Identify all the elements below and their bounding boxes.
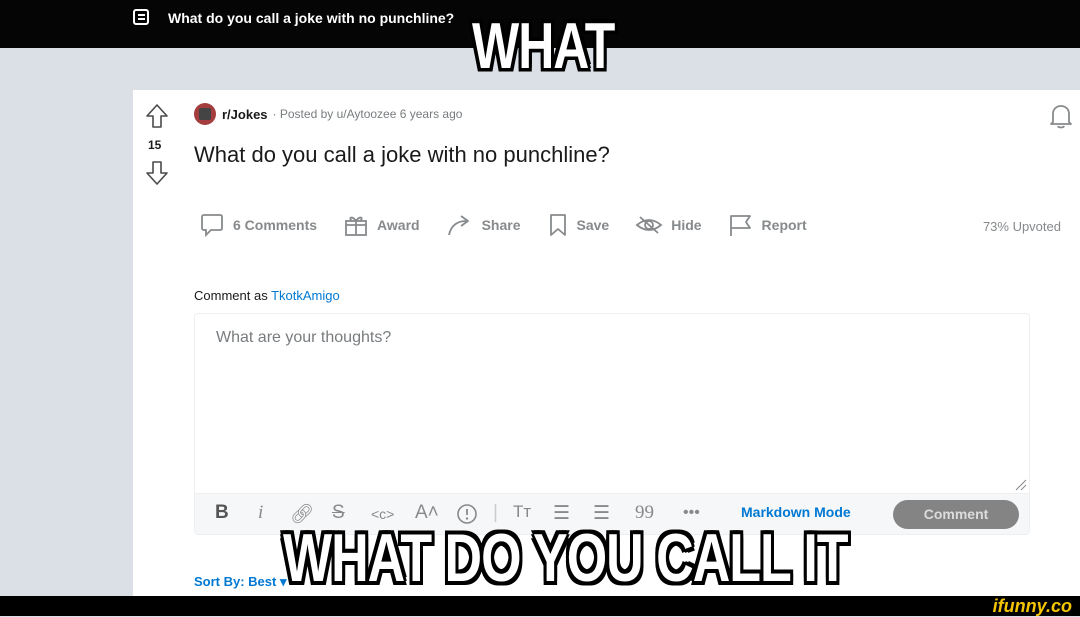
flag-icon bbox=[729, 215, 751, 236]
comments-label: 6 Comments bbox=[233, 217, 318, 233]
hide-button[interactable]: Hide bbox=[635, 212, 702, 238]
share-button[interactable]: Share bbox=[446, 212, 521, 238]
subreddit-link[interactable]: r/Jokes bbox=[222, 107, 268, 122]
comment-submit-button[interactable]: Comment bbox=[893, 500, 1019, 529]
save-label: Save bbox=[576, 217, 610, 233]
sort-dropdown[interactable]: Sort By: Best ▾ bbox=[194, 574, 287, 590]
markdown-mode-button[interactable]: Markdown Mode bbox=[741, 504, 851, 520]
comments-button[interactable]: 6 Comments bbox=[199, 212, 317, 238]
share-label: Share bbox=[481, 217, 521, 233]
report-button[interactable]: Report bbox=[728, 212, 807, 238]
comment-as: Comment as TkotkAmigo bbox=[194, 288, 340, 303]
bold-icon[interactable]: B bbox=[215, 502, 229, 524]
window-title: What do you call a joke with no punchlin… bbox=[168, 10, 455, 26]
post-meta: r/Jokes · Posted by u/Aytoozee 6 years a… bbox=[194, 103, 462, 125]
award-label: Award bbox=[377, 217, 420, 233]
post-actions: 6 Comments Award Share Save Hide Report bbox=[199, 212, 833, 238]
bell-icon[interactable] bbox=[1048, 102, 1074, 130]
upvote-ratio: 73% Upvoted bbox=[982, 219, 1061, 234]
comment-editor[interactable]: What are your thoughts? B i 🔗︎ S <c> A˄ … bbox=[194, 313, 1030, 535]
save-button[interactable]: Save bbox=[547, 212, 610, 238]
post-icon bbox=[133, 9, 149, 25]
eye-slash-icon bbox=[635, 216, 663, 234]
meme-caption-bottom: WHAT DO YOU CALL IT bbox=[283, 521, 849, 597]
sort-label: Sort By: Best bbox=[194, 574, 277, 589]
comment-icon bbox=[201, 214, 223, 238]
watermark: ifunny.co bbox=[992, 596, 1072, 616]
italic-icon[interactable]: i bbox=[258, 502, 263, 524]
bottom-bar: ifunny.co bbox=[0, 596, 1080, 616]
report-label: Report bbox=[761, 217, 807, 233]
gift-icon bbox=[345, 216, 367, 236]
comment-as-label: Comment as bbox=[194, 288, 268, 303]
bookmark-icon bbox=[549, 214, 566, 236]
upvote-arrow-icon[interactable] bbox=[145, 103, 169, 129]
comment-as-user[interactable]: TkotkAmigo bbox=[271, 288, 340, 303]
posted-by: · Posted by u/Aytoozee 6 years ago bbox=[272, 107, 463, 121]
comment-placeholder[interactable]: What are your thoughts? bbox=[216, 329, 391, 347]
post-title[interactable]: What do you call a joke with no punchlin… bbox=[194, 142, 610, 168]
subreddit-avatar[interactable] bbox=[194, 103, 216, 125]
downvote-arrow-icon[interactable] bbox=[145, 160, 169, 186]
resize-handle-icon[interactable] bbox=[1015, 479, 1027, 491]
heading-icon[interactable]: Tᴛ bbox=[513, 502, 531, 522]
vote-count: 15 bbox=[148, 138, 162, 152]
hide-label: Hide bbox=[671, 217, 702, 233]
award-button[interactable]: Award bbox=[343, 212, 420, 238]
meme-caption-top: WHAT bbox=[472, 9, 615, 83]
share-icon bbox=[447, 215, 469, 236]
